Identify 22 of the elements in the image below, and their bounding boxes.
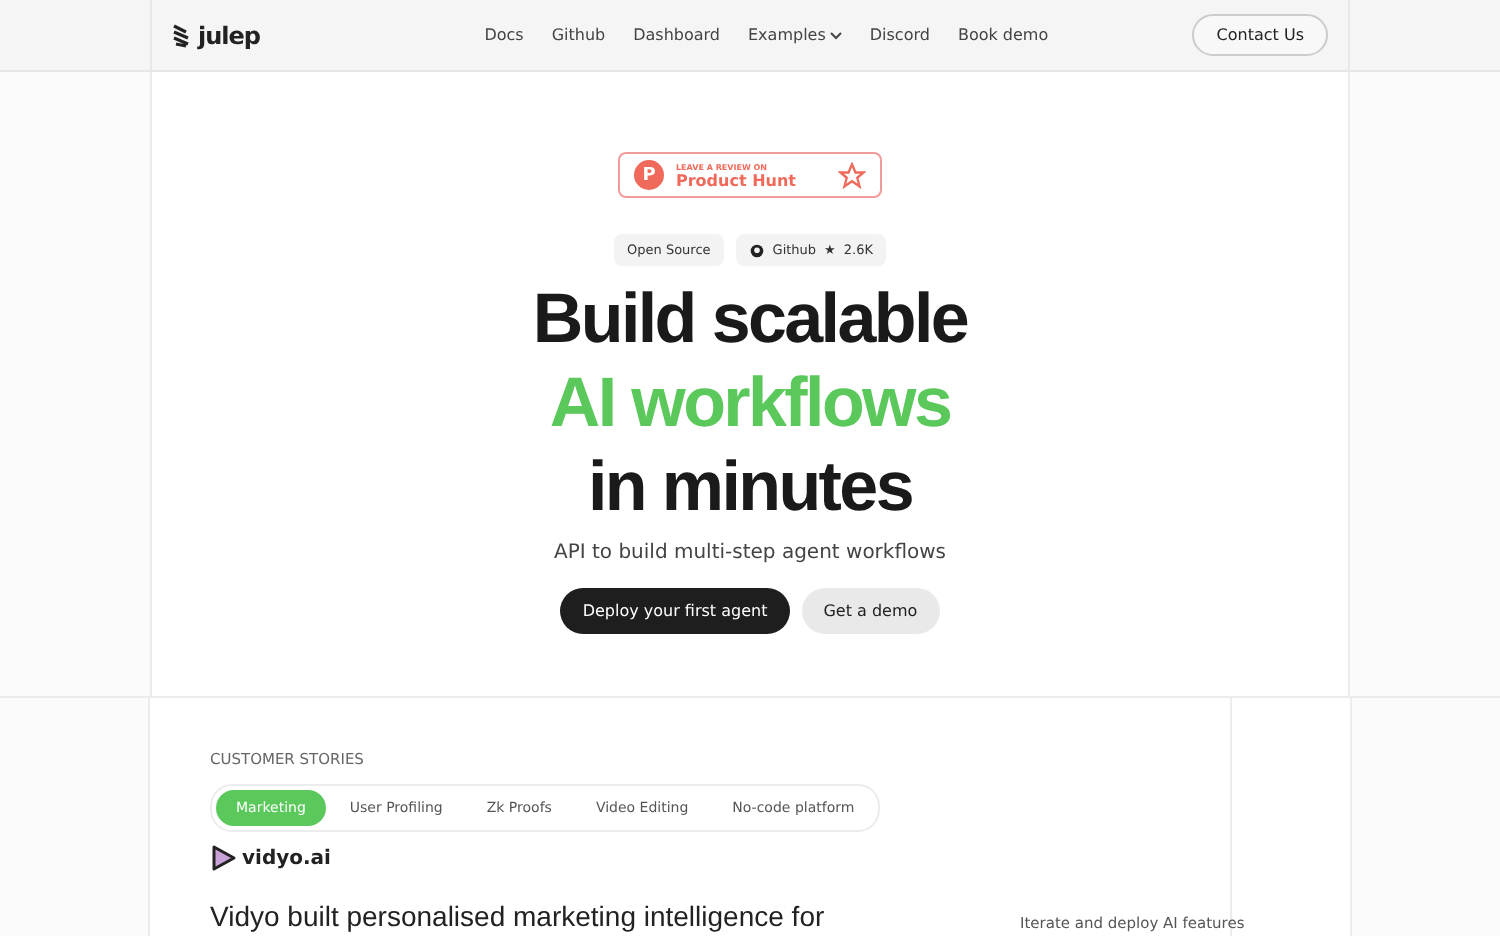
- product-hunt-icon: P: [634, 160, 664, 190]
- nav-link[interactable]: Examples: [748, 26, 842, 44]
- nav-link[interactable]: Github: [551, 26, 606, 44]
- brand-name: vidyo.ai: [242, 847, 331, 869]
- badge-title: Product Hunt: [676, 171, 798, 189]
- nav-link[interactable]: Dashboard: [633, 26, 720, 44]
- logo-icon: [172, 23, 192, 47]
- nav-link[interactable]: Book demo: [957, 26, 1049, 44]
- nav-link[interactable]: Discord: [869, 26, 930, 44]
- headline-line: Build scalable: [532, 278, 968, 362]
- headline-line: AI workflows: [549, 362, 951, 446]
- chevron-icon: [829, 31, 842, 39]
- nav-link[interactable]: Docs: [484, 26, 524, 44]
- play-logo-icon: [210, 844, 238, 872]
- story-title: Vidyo built personalised marketing intelligence for: [210, 900, 825, 932]
- logo-text: julep: [198, 21, 260, 49]
- star-icon: [838, 161, 866, 189]
- subtitle: API to build multi-step agent workflows: [553, 542, 947, 564]
- primary-button[interactable]: Deploy your first agent: [560, 588, 790, 634]
- secondary-button[interactable]: Get a demo: [801, 588, 940, 634]
- headline-line: in minutes: [587, 446, 912, 530]
- contact-button[interactable]: Contact Us: [1192, 14, 1328, 56]
